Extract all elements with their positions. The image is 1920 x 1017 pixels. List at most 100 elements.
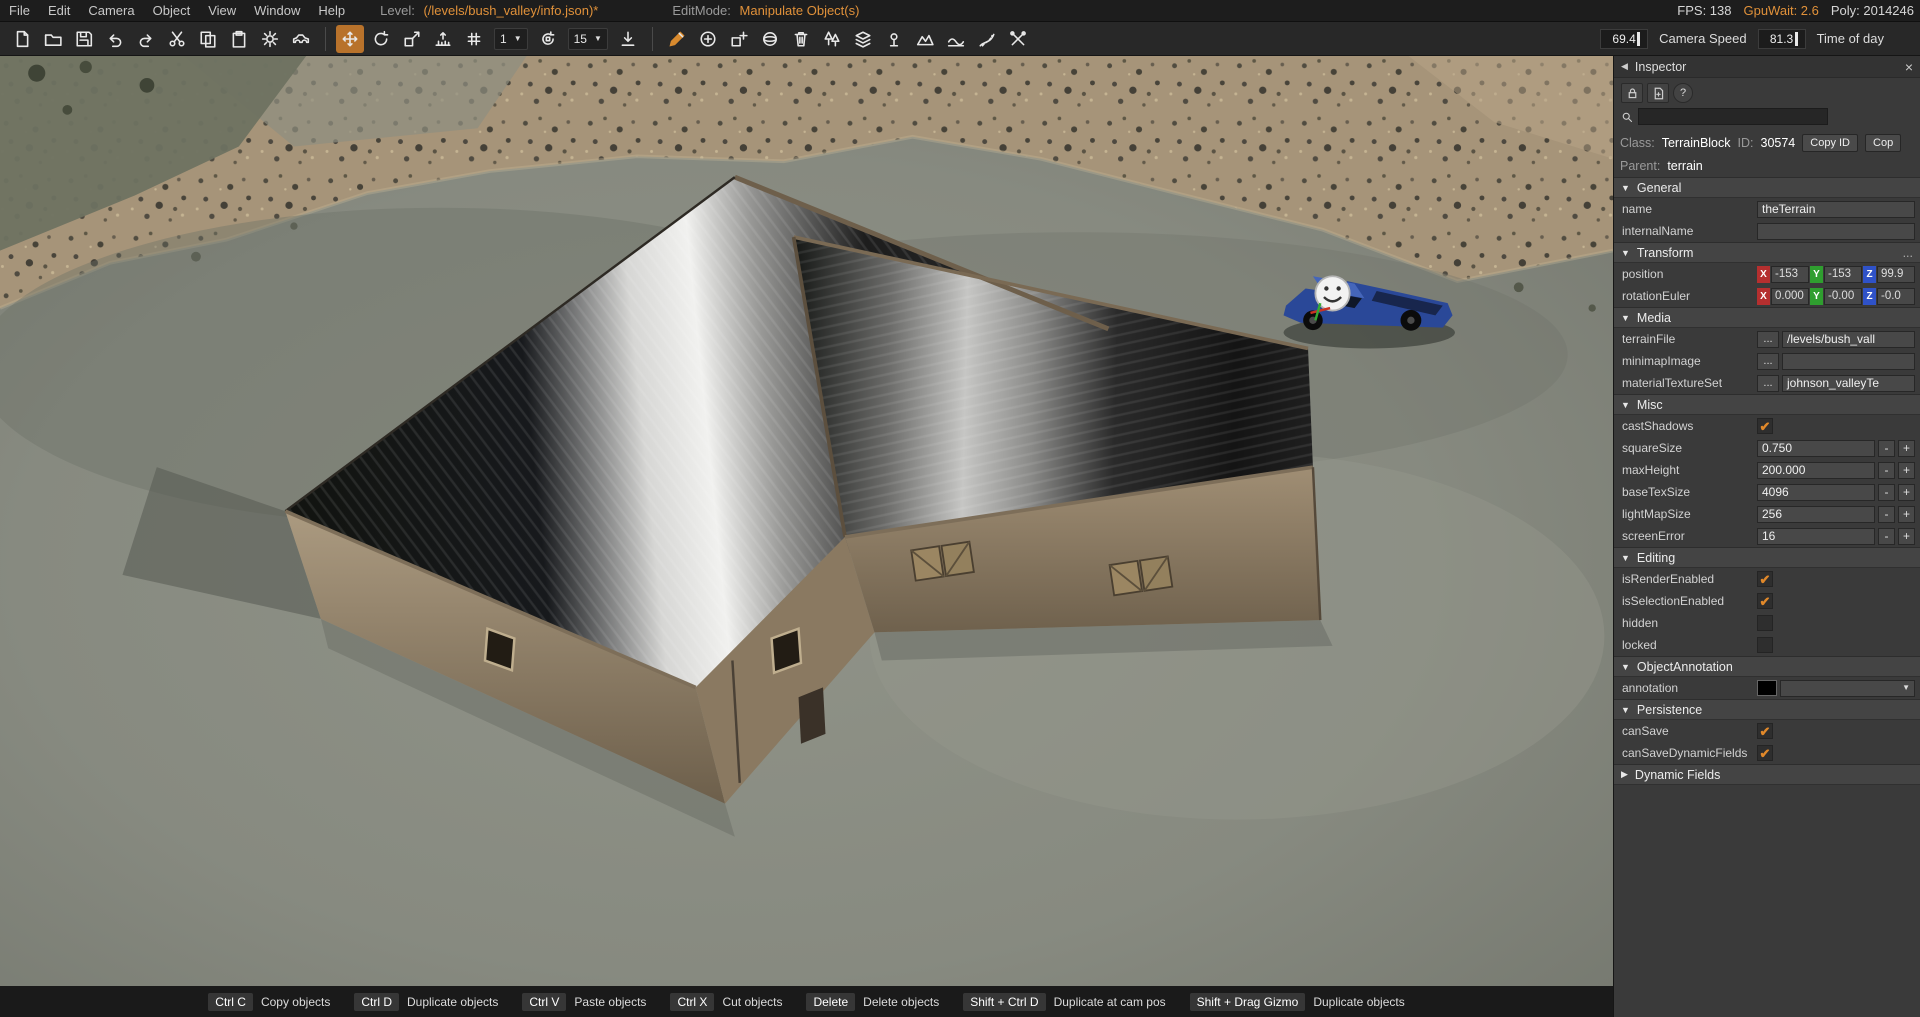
canSave-checkbox[interactable]: ✔	[1757, 723, 1773, 739]
materialTextureSet-input[interactable]: johnson_valleyTe	[1782, 374, 1915, 392]
minimapImage-input[interactable]	[1782, 352, 1915, 370]
menu-camera[interactable]: Camera	[79, 3, 143, 18]
locked-checkbox[interactable]	[1757, 637, 1773, 653]
grid-snap-button[interactable]	[460, 25, 488, 53]
rotate-snap-dropdown[interactable]: 15 ▼	[567, 27, 608, 50]
viewport-3d-scene[interactable]	[0, 56, 1613, 986]
layers-tool-button[interactable]	[849, 25, 877, 53]
decrement-button[interactable]: -	[1878, 527, 1895, 545]
new-document-button[interactable]	[1647, 83, 1669, 103]
lock-button[interactable]	[1621, 83, 1643, 103]
translate-tool-button[interactable]	[336, 24, 364, 53]
undo-button[interactable]	[101, 25, 129, 53]
screenError-input[interactable]: 16	[1757, 527, 1875, 545]
redo-button[interactable]	[132, 25, 160, 53]
menu-edit[interactable]: Edit	[39, 3, 79, 18]
snap-tool-button[interactable]	[429, 25, 457, 53]
maxHeight-input[interactable]: 200.000	[1757, 461, 1875, 479]
terrain-stamp-button[interactable]	[911, 25, 939, 53]
road-tool-button[interactable]	[973, 25, 1001, 53]
rotation-y-input[interactable]: -0.00	[1824, 287, 1862, 305]
decrement-button[interactable]: -	[1878, 505, 1895, 523]
annotation-dropdown[interactable]: ▼	[1780, 679, 1915, 697]
close-icon[interactable]: ×	[1905, 59, 1913, 75]
drop-to-ground-button[interactable]	[614, 25, 642, 53]
copy-button[interactable]	[194, 25, 222, 53]
menu-view[interactable]: View	[199, 3, 245, 18]
section-more[interactable]: ...	[1903, 246, 1913, 260]
browse-button[interactable]: ...	[1757, 352, 1779, 370]
inspector-title-bar[interactable]: ◀ Inspector ×	[1614, 56, 1920, 78]
section-persistence[interactable]: ▼ Persistence	[1614, 699, 1920, 720]
terrain-paint-button[interactable]	[663, 25, 691, 53]
camera-speed-slider[interactable]: 69.4	[1600, 28, 1649, 49]
copy-id-button[interactable]: Copy ID	[1802, 133, 1859, 152]
position-x-input[interactable]: -153	[1771, 265, 1809, 283]
section-dynamicFields[interactable]: ▶ Dynamic Fields	[1614, 764, 1920, 785]
snap-size-dropdown[interactable]: 1 ▼	[494, 27, 528, 50]
menu-help[interactable]: Help	[309, 3, 354, 18]
decrement-button[interactable]: -	[1878, 461, 1895, 479]
internalName-input[interactable]	[1757, 222, 1915, 240]
new-file-button[interactable]	[8, 25, 36, 53]
misc-tools-button[interactable]	[1004, 25, 1032, 53]
scale-tool-button[interactable]	[398, 25, 426, 53]
sphere-tool-button[interactable]	[756, 25, 784, 53]
cut-button[interactable]	[163, 25, 191, 53]
copy-button[interactable]: Cop	[1865, 133, 1902, 152]
terrainFile-input[interactable]: /levels/bush_vall	[1782, 330, 1915, 348]
help-button[interactable]: ?	[1673, 83, 1693, 103]
menu-window[interactable]: Window	[245, 3, 309, 18]
position-y-input[interactable]: -153	[1824, 265, 1862, 283]
section-media[interactable]: ▼ Media	[1614, 307, 1920, 328]
save-button[interactable]	[70, 25, 98, 53]
add-circle-button[interactable]	[694, 25, 722, 53]
isSelectionEnabled-checkbox[interactable]: ✔	[1757, 593, 1773, 609]
browse-button[interactable]: ...	[1757, 374, 1779, 392]
lightMapSize-input[interactable]: 256	[1757, 505, 1875, 523]
menu-object[interactable]: Object	[144, 3, 200, 18]
viewport-3d[interactable]	[0, 56, 1613, 986]
castShadows-checkbox[interactable]: ✔	[1757, 418, 1773, 434]
baseTexSize-input[interactable]: 4096	[1757, 483, 1875, 501]
decrement-button[interactable]: -	[1878, 483, 1895, 501]
terrain-smooth-button[interactable]	[942, 25, 970, 53]
browse-button[interactable]: ...	[1757, 330, 1779, 348]
menu-file[interactable]: File	[0, 3, 39, 18]
name-input[interactable]: theTerrain	[1757, 200, 1915, 218]
slider-handle[interactable]	[1637, 31, 1641, 46]
open-folder-button[interactable]	[39, 25, 67, 53]
rotate-snap-button[interactable]	[534, 25, 562, 53]
increment-button[interactable]: +	[1898, 527, 1915, 545]
hidden-checkbox[interactable]	[1757, 615, 1773, 631]
search-input[interactable]	[1638, 108, 1828, 125]
rotation-z-input[interactable]: -0.0	[1877, 287, 1915, 305]
squareSize-input[interactable]: 0.750	[1757, 439, 1875, 457]
increment-button[interactable]: +	[1898, 439, 1915, 457]
increment-button[interactable]: +	[1898, 483, 1915, 501]
slider-handle[interactable]	[1794, 31, 1798, 46]
increment-button[interactable]: +	[1898, 461, 1915, 479]
section-objectAnnotation[interactable]: ▼ ObjectAnnotation	[1614, 656, 1920, 677]
rotate-tool-button[interactable]	[367, 25, 395, 53]
vehicle-button[interactable]	[287, 25, 315, 53]
time-of-day-slider[interactable]: 81.3	[1757, 28, 1806, 49]
forest-tool-button[interactable]	[818, 25, 846, 53]
canSaveDynamicFields-checkbox[interactable]: ✔	[1757, 745, 1773, 761]
collapse-left-icon[interactable]: ◀	[1621, 61, 1628, 72]
delete-button[interactable]	[787, 25, 815, 53]
position-z-input[interactable]: 99.9	[1877, 265, 1915, 283]
section-general[interactable]: ▼ General	[1614, 177, 1920, 198]
section-editing[interactable]: ▼ Editing	[1614, 547, 1920, 568]
settings-button[interactable]	[256, 25, 284, 53]
isRenderEnabled-checkbox[interactable]: ✔	[1757, 571, 1773, 587]
decrement-button[interactable]: -	[1878, 439, 1895, 457]
point-tool-button[interactable]	[880, 25, 908, 53]
rotation-x-input[interactable]: 0.000	[1771, 287, 1809, 305]
paste-button[interactable]	[225, 25, 253, 53]
section-transform[interactable]: ▼ Transform ...	[1614, 242, 1920, 263]
section-misc[interactable]: ▼ Misc	[1614, 394, 1920, 415]
add-object-button[interactable]	[725, 25, 753, 53]
increment-button[interactable]: +	[1898, 505, 1915, 523]
annotation-color-swatch[interactable]	[1757, 680, 1777, 696]
